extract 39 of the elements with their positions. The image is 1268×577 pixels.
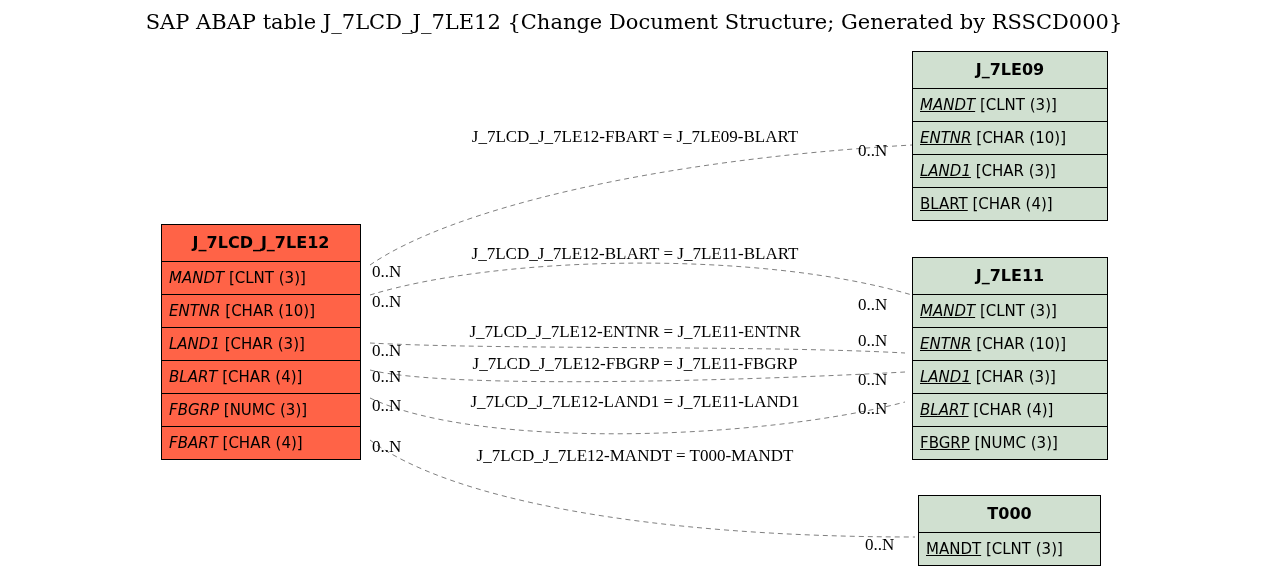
cardinality-label: 0..N bbox=[858, 399, 888, 419]
relation-label: J_7LCD_J_7LE12-FBART = J_7LE09-BLART bbox=[471, 127, 799, 147]
cardinality-label: 0..N bbox=[858, 370, 888, 390]
relation-label: J_7LCD_J_7LE12-FBGRP = J_7LE11-FBGRP bbox=[472, 354, 798, 374]
cardinality-label: 0..N bbox=[858, 331, 888, 351]
field-row: MANDT [CLNT (3)] bbox=[913, 295, 1107, 328]
cardinality-label: 0..N bbox=[865, 535, 895, 555]
field-row: FBGRP [NUMC (3)] bbox=[913, 427, 1107, 459]
cardinality-label: 0..N bbox=[372, 437, 402, 457]
field-row: BLART [CHAR (4)] bbox=[913, 394, 1107, 427]
cardinality-label: 0..N bbox=[858, 141, 888, 161]
field-row: MANDT [CLNT (3)] bbox=[162, 262, 360, 295]
relation-label: J_7LCD_J_7LE12-MANDT = T000-MANDT bbox=[476, 446, 794, 466]
relation-label: J_7LCD_J_7LE12-BLART = J_7LE11-BLART bbox=[471, 244, 799, 264]
cardinality-label: 0..N bbox=[372, 341, 402, 361]
field-row: LAND1 [CHAR (3)] bbox=[913, 155, 1107, 188]
field-row: MANDT [CLNT (3)] bbox=[913, 89, 1107, 122]
table-header: J_7LE09 bbox=[913, 52, 1107, 89]
cardinality-label: 0..N bbox=[858, 295, 888, 315]
field-row: FBART [CHAR (4)] bbox=[162, 427, 360, 459]
diagram-title: SAP ABAP table J_7LCD_J_7LE12 {Change Document Structure; Generated by RSSCD000} bbox=[144, 10, 1124, 34]
cardinality-label: 0..N bbox=[372, 262, 402, 282]
field-row: MANDT [CLNT (3)] bbox=[919, 533, 1100, 565]
table-header: T000 bbox=[919, 496, 1100, 533]
cardinality-label: 0..N bbox=[372, 367, 402, 387]
field-row: FBGRP [NUMC (3)] bbox=[162, 394, 360, 427]
cardinality-label: 0..N bbox=[372, 292, 402, 312]
relation-label: J_7LCD_J_7LE12-ENTNR = J_7LE11-ENTNR bbox=[469, 322, 801, 342]
cardinality-label: 0..N bbox=[372, 396, 402, 416]
field-row: ENTNR [CHAR (10)] bbox=[913, 328, 1107, 361]
field-row: BLART [CHAR (4)] bbox=[913, 188, 1107, 220]
table-header: J_7LE11 bbox=[913, 258, 1107, 295]
field-row: LAND1 [CHAR (3)] bbox=[913, 361, 1107, 394]
field-row: BLART [CHAR (4)] bbox=[162, 361, 360, 394]
relation-label: J_7LCD_J_7LE12-LAND1 = J_7LE11-LAND1 bbox=[470, 392, 800, 412]
field-row: ENTNR [CHAR (10)] bbox=[913, 122, 1107, 155]
field-row: ENTNR [CHAR (10)] bbox=[162, 295, 360, 328]
table-header: J_7LCD_J_7LE12 bbox=[162, 225, 360, 262]
field-row: LAND1 [CHAR (3)] bbox=[162, 328, 360, 361]
